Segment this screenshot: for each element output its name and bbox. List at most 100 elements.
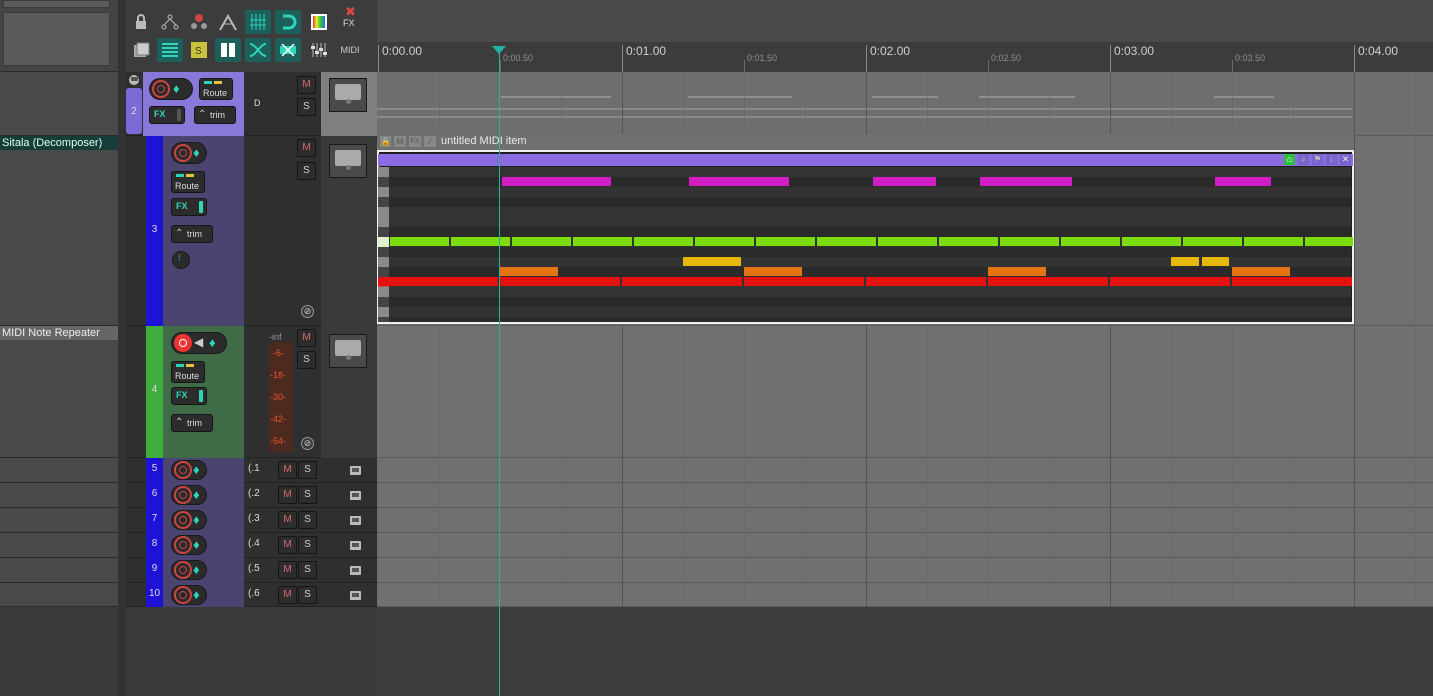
track-5[interactable]: 5 ♦ (.1 M S (126, 458, 377, 483)
rec-input-group[interactable]: ♦ (171, 142, 207, 164)
track-name-cell-3[interactable]: Sitala (Decomposer) (0, 136, 118, 326)
track-name-cell-4[interactable]: MIDI Note Repeater (0, 326, 118, 458)
fx-button[interactable]: FX (171, 198, 207, 216)
theme-color-icon[interactable] (306, 10, 332, 34)
midi-note-red[interactable] (1110, 277, 1230, 286)
midi-note-red[interactable] (988, 277, 1108, 286)
name-box[interactable] (3, 12, 110, 66)
piano-key[interactable] (378, 237, 389, 247)
vu-meter-icon[interactable] (329, 78, 367, 112)
track-list-icon[interactable] (157, 38, 183, 62)
lane-track-6[interactable] (377, 483, 1433, 508)
midi-note-lime[interactable] (451, 237, 510, 246)
rec-input-group[interactable]: ♦ (171, 535, 207, 555)
track-4[interactable]: 4 ◀ ♦ Route FX trim -inf -6- -18- -30- -… (126, 326, 377, 458)
solo-toggle-icon[interactable]: S (186, 38, 212, 62)
record-arm-button[interactable] (174, 536, 192, 554)
track-8[interactable]: 8 ♦ (.4 M S (126, 533, 377, 558)
midi-note-lime[interactable] (573, 237, 632, 246)
midi-note-lime[interactable] (1122, 237, 1181, 246)
track-6[interactable]: 6 ♦ (.2 M S (126, 483, 377, 508)
mute-button[interactable]: M (278, 586, 297, 604)
midi-note-lime[interactable] (695, 237, 754, 246)
piano-key[interactable] (378, 287, 389, 297)
midi-note-pink[interactable] (873, 177, 936, 186)
midi-item-colorbar[interactable]: ⌂ ⌕ ⚑ ↕ ✕ (378, 154, 1353, 166)
lock-icon[interactable] (128, 10, 154, 34)
midi-note-lime[interactable] (634, 237, 693, 246)
track-name-cell-8[interactable] (0, 533, 118, 558)
folder-state-button[interactable]: ⁞ (172, 251, 190, 269)
rec-input-group[interactable]: ◀ ♦ (171, 332, 227, 354)
mute-button[interactable]: M (278, 486, 297, 504)
track-7[interactable]: 7 ♦ (.3 M S (126, 508, 377, 533)
solo-button[interactable]: S (297, 162, 316, 180)
record-arm-button[interactable] (174, 486, 192, 504)
midi-item-title[interactable]: untitled MIDI item (441, 135, 527, 147)
mute-button[interactable]: M (297, 139, 316, 157)
track-10[interactable]: 10 ♦ (.6 M S (126, 583, 377, 607)
midi-note-orange[interactable] (500, 267, 558, 276)
input-monitor-icon[interactable]: ♦ (193, 537, 200, 552)
vu-meter-icon[interactable] (329, 334, 367, 368)
solo-button[interactable]: S (298, 486, 317, 504)
snap-magnet-icon[interactable] (275, 10, 301, 34)
panel-divider[interactable] (118, 0, 126, 696)
midi-note-red[interactable] (378, 277, 498, 286)
midi-note-pink[interactable] (1215, 177, 1271, 186)
midi-note-yellow[interactable] (683, 257, 741, 266)
midi-note-pink[interactable] (502, 177, 611, 186)
midi-editor-button[interactable]: MIDI (337, 38, 363, 62)
track-name-decomposer[interactable]: Sitala (Decomposer) (0, 136, 118, 150)
trim-button[interactable]: trim (194, 106, 236, 124)
midi-note-orange[interactable] (744, 267, 802, 276)
midi-note-lime[interactable] (817, 237, 876, 246)
item-take-icon[interactable]: ⌂ (1284, 154, 1295, 165)
piano-key[interactable] (378, 177, 389, 187)
lane-track-9[interactable] (377, 558, 1433, 583)
mute-button[interactable]: M (278, 511, 297, 529)
empty-arrange-area[interactable] (377, 607, 1433, 696)
record-arm-button[interactable] (152, 80, 170, 98)
item-close-icon[interactable]: ✕ (1340, 154, 1351, 165)
ripple-edit-icon[interactable] (157, 10, 183, 34)
midi-note-lime[interactable] (512, 237, 571, 246)
input-monitor-icon[interactable]: ♦ (193, 145, 200, 160)
input-monitor-icon[interactable]: ♦ (193, 587, 200, 602)
piano-key[interactable] (378, 167, 389, 177)
speaker-icon[interactable]: ◀ (194, 335, 203, 349)
piano-key[interactable] (378, 317, 389, 322)
input-monitor-icon[interactable]: ♦ (193, 487, 200, 502)
auto-crossfade-icon[interactable] (215, 10, 241, 34)
track-name-cell-6[interactable] (0, 483, 118, 508)
midi-note-lime[interactable] (878, 237, 937, 246)
env-icon[interactable] (350, 466, 361, 475)
midi-note-red[interactable] (744, 277, 864, 286)
input-monitor-icon[interactable]: ♦ (193, 562, 200, 577)
midi-note-orange[interactable] (988, 267, 1046, 276)
trim-button[interactable]: trim (171, 414, 213, 432)
midi-note-red[interactable] (1232, 277, 1352, 286)
input-monitor-icon[interactable]: ♦ (173, 81, 180, 96)
piano-key[interactable] (378, 257, 389, 267)
mixer-icon[interactable] (306, 38, 332, 62)
solo-button[interactable]: S (297, 98, 316, 116)
routing-matrix-icon[interactable] (275, 38, 301, 62)
midi-note-lime[interactable] (1061, 237, 1120, 246)
env-icon[interactable] (350, 591, 361, 600)
track-name-cell-9[interactable] (0, 558, 118, 583)
midi-note-lime[interactable] (1183, 237, 1242, 246)
piano-key[interactable] (378, 307, 389, 317)
track-9[interactable]: 9 ♦ (.5 M S (126, 558, 377, 583)
route-button[interactable]: Route (171, 361, 205, 383)
item-mute-icon[interactable]: M (394, 136, 406, 147)
solo-button[interactable]: S (298, 461, 317, 479)
lane-track-4[interactable] (377, 326, 1433, 458)
midi-note-pink[interactable] (980, 177, 1072, 186)
fx-button[interactable]: FX (149, 106, 185, 124)
env-icon[interactable] (350, 491, 361, 500)
solo-button[interactable]: S (298, 536, 317, 554)
piano-key[interactable] (378, 247, 389, 257)
track-name-cell-2[interactable] (0, 72, 118, 136)
phase-invert-icon[interactable]: ⊘ (301, 305, 314, 318)
